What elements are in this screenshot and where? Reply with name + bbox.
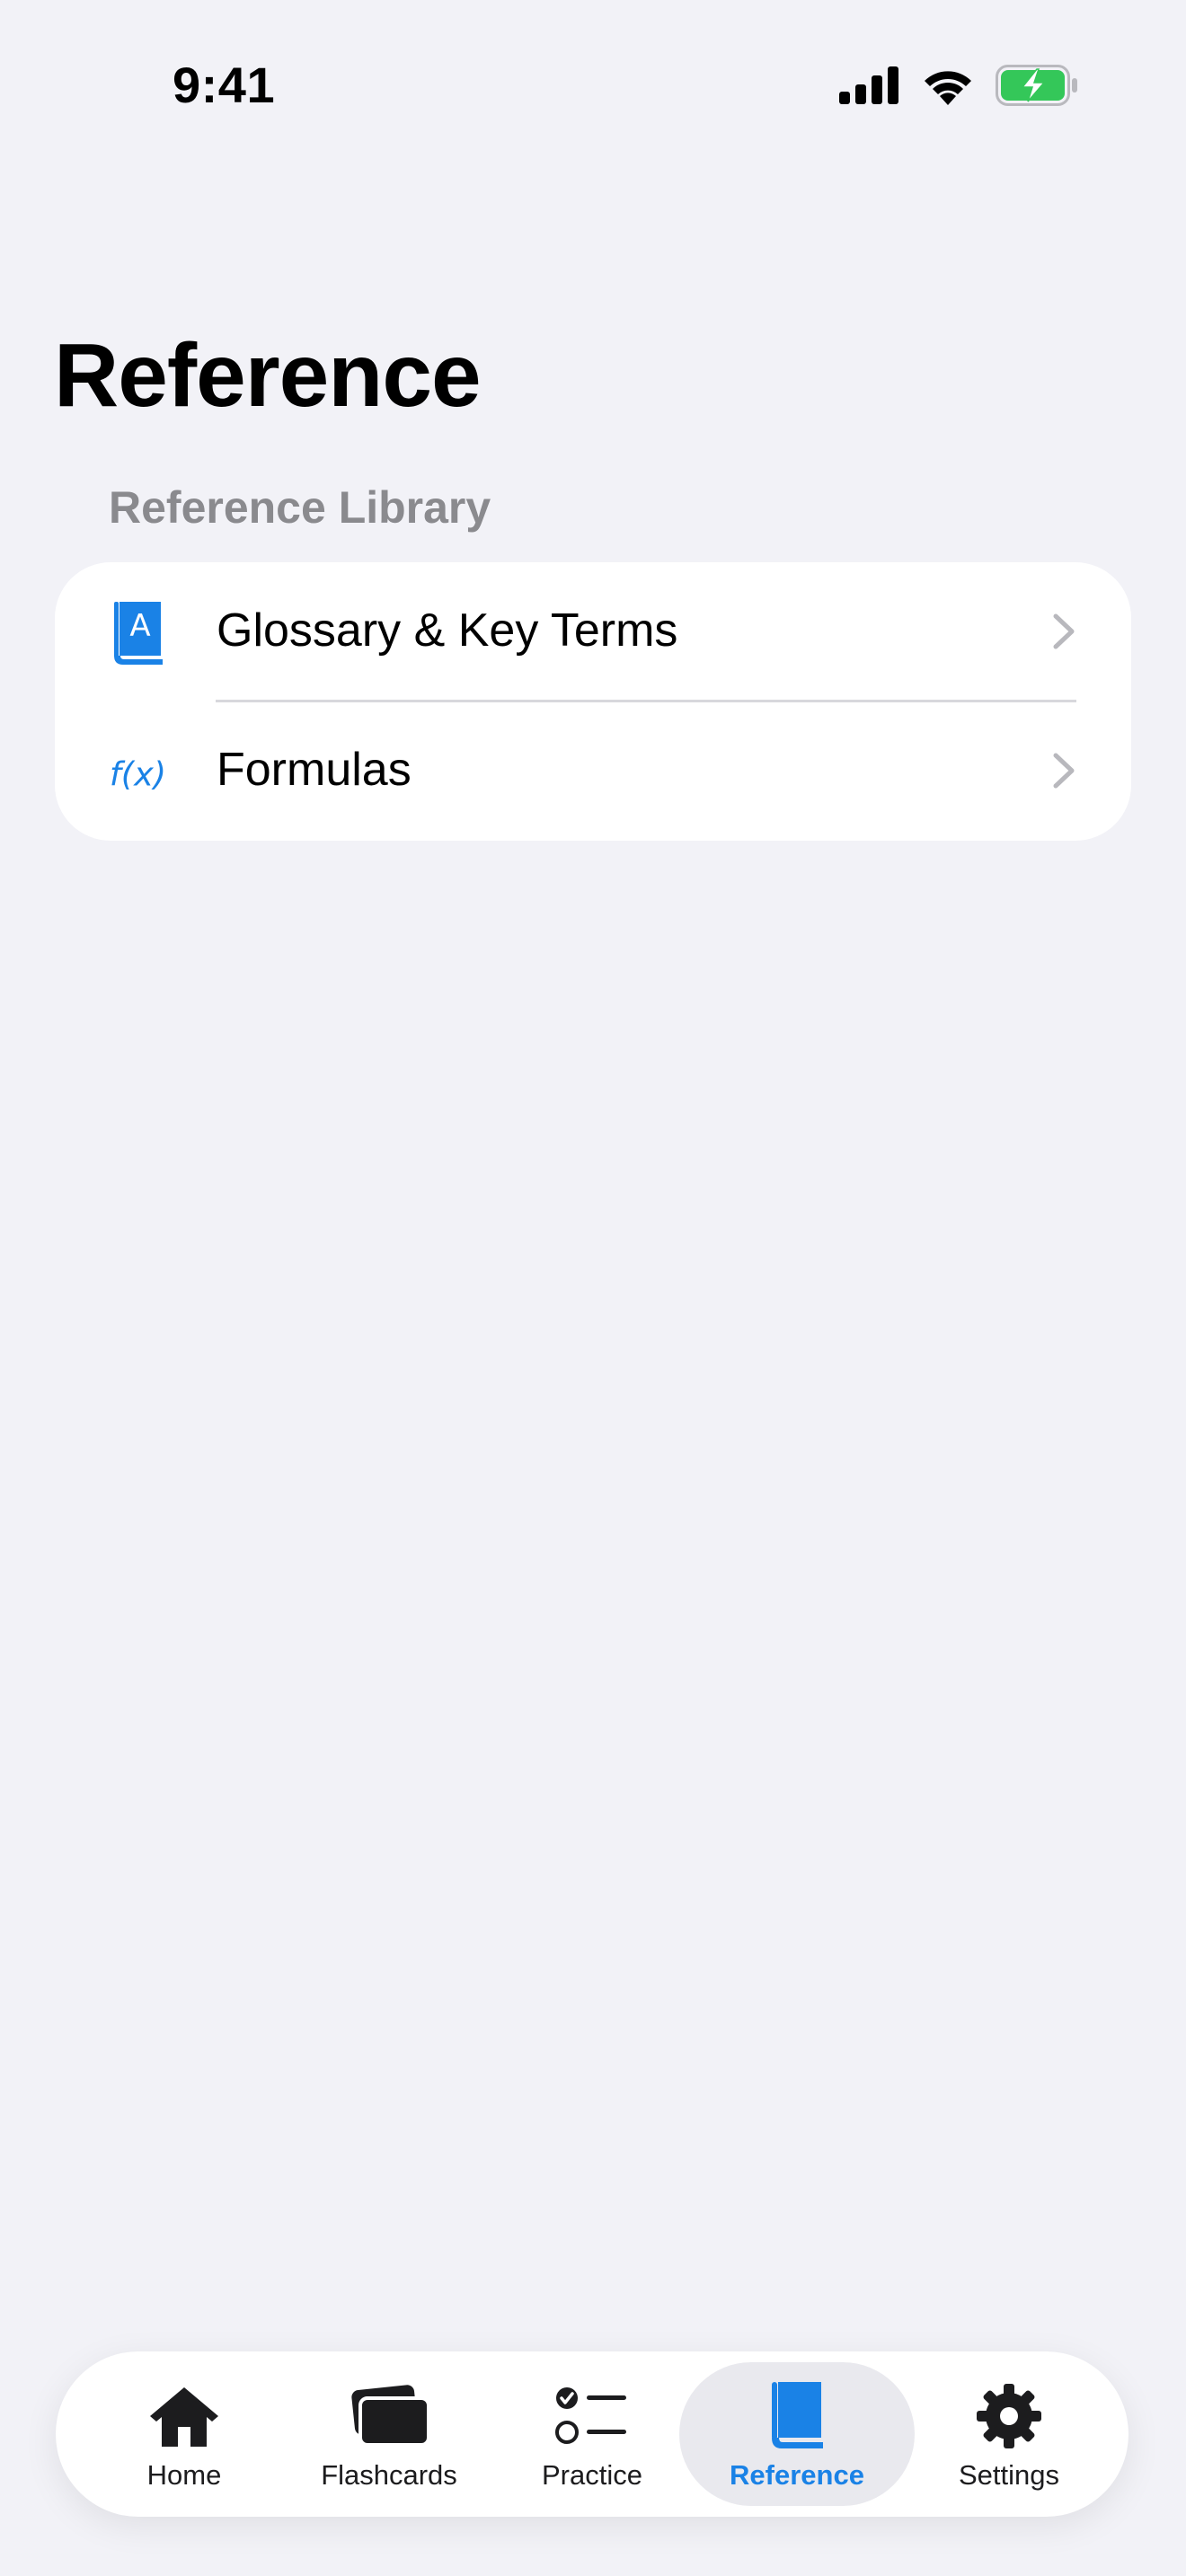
svg-text:f(x): f(x) [110,754,166,793]
chevron-right-icon [1052,752,1075,790]
tab-home[interactable]: Home [74,2362,295,2506]
tab-label: Practice [542,2459,642,2491]
chevron-right-icon [1052,613,1075,650]
battery-charging-icon [996,65,1078,110]
wifi-icon [920,66,976,110]
function-icon: f(x) [104,739,172,807]
house-icon [74,2380,295,2452]
cards-icon [279,2380,500,2452]
tab-label: Settings [958,2459,1059,2491]
reference-library-list: A Glossary & Key Terms f(x) Formulas [55,562,1131,841]
list-item-label: Formulas [217,744,412,796]
status-bar: 9:41 [0,0,1186,171]
tab-flashcards[interactable]: Flashcards [279,2362,500,2506]
gear-icon [898,2380,1120,2452]
status-time: 9:41 [173,57,276,113]
page-title: Reference [54,325,482,426]
tab-practice[interactable]: Practice [482,2362,703,2506]
checklist-icon [482,2380,703,2452]
list-item-formulas[interactable]: f(x) Formulas [55,701,1131,841]
tab-settings[interactable]: Settings [898,2362,1120,2506]
status-icons [839,65,1078,110]
list-item-glossary[interactable]: A Glossary & Key Terms [55,562,1131,702]
tab-label: Home [146,2459,222,2491]
tab-reference[interactable]: Reference [679,2362,915,2506]
svg-text:A: A [129,608,150,644]
tab-label: Flashcards [321,2459,457,2491]
book-letter-a-icon: A [104,600,172,667]
cellular-signal-icon [839,66,900,109]
tab-label: Reference [730,2459,864,2491]
book-icon [679,2380,915,2452]
list-item-label: Glossary & Key Terms [217,604,678,657]
tab-bar: Home Flashcards Practice Reference Setti… [56,2351,1128,2517]
section-header: Reference Library [109,482,491,533]
